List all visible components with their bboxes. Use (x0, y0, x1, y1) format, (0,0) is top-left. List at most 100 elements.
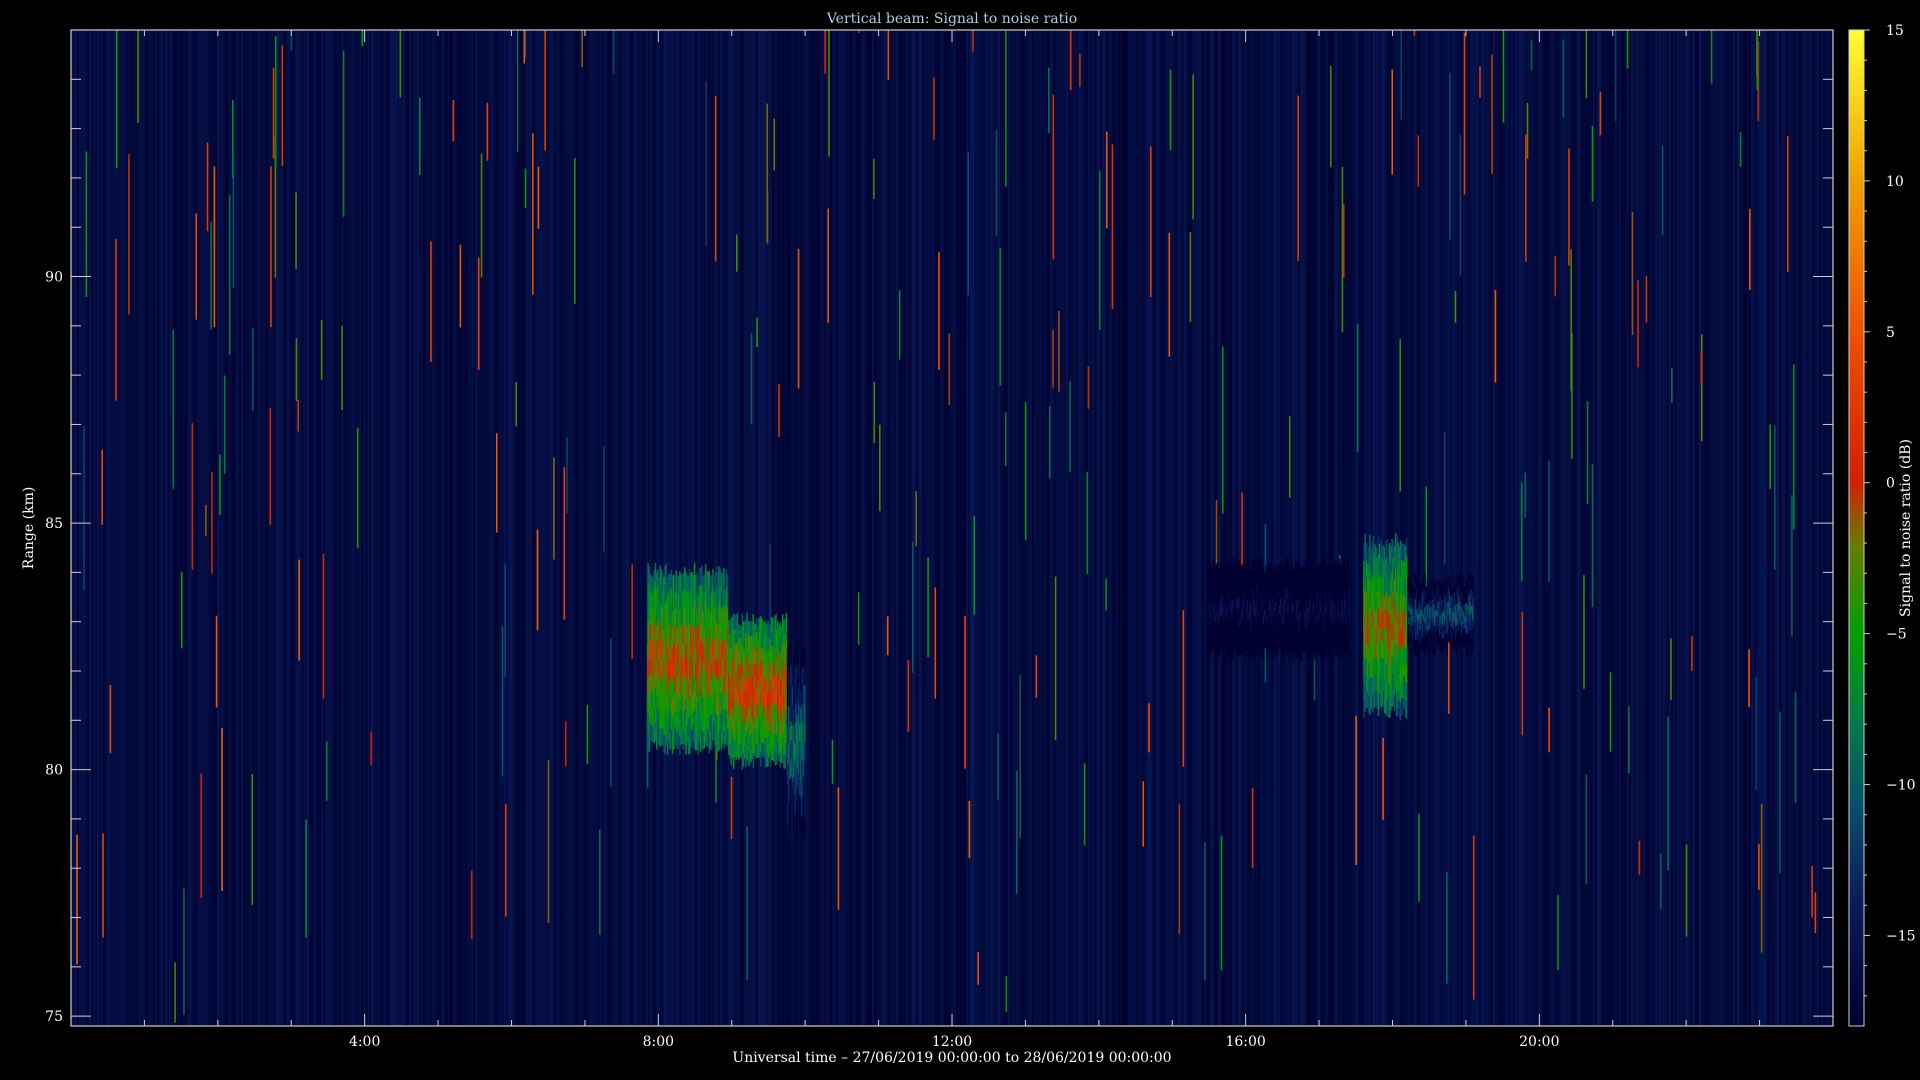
noise-column (119, 30, 122, 1026)
noise-column (901, 30, 905, 1026)
noise-streak (213, 166, 216, 328)
noise-streak (1288, 416, 1291, 498)
noise-column (1078, 30, 1081, 1026)
noise-column (751, 30, 755, 1026)
noise-column (1312, 30, 1315, 1026)
noise-column (943, 30, 947, 1026)
noise-streak (1178, 804, 1181, 934)
noise-column (897, 30, 901, 1026)
noise-column (956, 30, 959, 1026)
noise-column (1480, 30, 1483, 1026)
noise-column (671, 30, 674, 1026)
noise-column (621, 30, 624, 1026)
noise-column (1324, 30, 1327, 1026)
noise-column (721, 30, 725, 1026)
noise-streak (1521, 611, 1524, 736)
noise-column (815, 30, 819, 1026)
noise-column (990, 30, 993, 1026)
echo-cell (1429, 644, 1431, 653)
echo-cell (1244, 648, 1246, 658)
noise-column (477, 30, 480, 1026)
noise-streak (746, 826, 749, 980)
echo-cell (1415, 578, 1418, 587)
noise-column (427, 30, 430, 1026)
noise-column (415, 30, 418, 1026)
noise-column (1144, 30, 1147, 1026)
noise-streak (477, 257, 480, 370)
noise-streak (1330, 65, 1332, 168)
echo-cell (1462, 574, 1464, 582)
noise-column (1742, 30, 1746, 1026)
noise-column (383, 30, 386, 1026)
noise-streak (76, 834, 78, 965)
noise-streak (83, 426, 85, 591)
noise-column (1160, 30, 1163, 1026)
noise-column (1226, 30, 1229, 1026)
noise-streak (773, 118, 776, 171)
noise-streak (1526, 103, 1529, 159)
x-tick-label: 12:00 (932, 1034, 972, 1050)
noise-streak (1391, 69, 1394, 175)
noise-streak (1086, 471, 1089, 575)
noise-streak (1548, 460, 1550, 583)
x-axis-label: Universal time – 27/06/2019 00:00:00 to … (732, 1050, 1171, 1066)
noise-column (1644, 30, 1648, 1026)
noise-column (791, 30, 795, 1026)
noise-column (283, 30, 286, 1026)
noise-column (803, 30, 807, 1026)
echo-cell (1405, 664, 1408, 683)
noise-column (1666, 30, 1670, 1026)
noise-streak (553, 457, 555, 560)
noise-column (1142, 30, 1145, 1026)
noise-column (1286, 30, 1289, 1026)
noise-column (859, 30, 863, 1026)
noise-streak (1169, 69, 1172, 151)
noise-column (843, 30, 847, 1026)
noise-column (1764, 30, 1768, 1026)
y-tick-label: 80 (45, 763, 63, 779)
echo-cell (1347, 596, 1349, 607)
noise-column (998, 30, 1001, 1026)
noise-column (747, 30, 751, 1026)
noise-streak (200, 773, 202, 899)
noise-column (769, 30, 773, 1026)
noise-column (1664, 30, 1668, 1026)
noise-streak (1755, 676, 1758, 791)
noise-column (227, 30, 230, 1026)
noise-column (327, 30, 330, 1026)
noise-column (409, 30, 412, 1026)
noise-streak (1048, 406, 1051, 479)
noise-column (1048, 30, 1051, 1026)
noise-column (1528, 30, 1531, 1026)
noise-column (988, 30, 991, 1026)
noise-streak (1098, 171, 1101, 330)
noise-streak (1525, 134, 1527, 262)
noise-column (1438, 30, 1441, 1026)
noise-column (1466, 30, 1469, 1026)
noise-column (1386, 30, 1389, 1026)
noise-streak (1297, 95, 1299, 262)
noise-column (781, 30, 785, 1026)
noise-column (559, 30, 562, 1026)
noise-streak (281, 45, 284, 167)
noise-column (1712, 30, 1716, 1026)
noise-column (931, 30, 935, 1026)
noise-column (217, 30, 220, 1026)
noise-column (345, 30, 348, 1026)
noise-column (1184, 30, 1187, 1026)
noise-column (952, 30, 955, 1026)
noise-column (1616, 30, 1620, 1026)
noise-column (1562, 30, 1565, 1026)
noise-column (549, 30, 552, 1026)
noise-streak (911, 541, 914, 673)
noise-streak (251, 773, 254, 905)
noise-column (1382, 30, 1385, 1026)
noise-streak (505, 804, 507, 917)
noise-column (761, 30, 765, 1026)
noise-column (589, 30, 592, 1026)
noise-column (1470, 30, 1473, 1026)
noise-column (1776, 30, 1780, 1026)
noise-column (787, 30, 791, 1026)
noise-column (1716, 30, 1720, 1026)
noise-column (187, 30, 190, 1026)
